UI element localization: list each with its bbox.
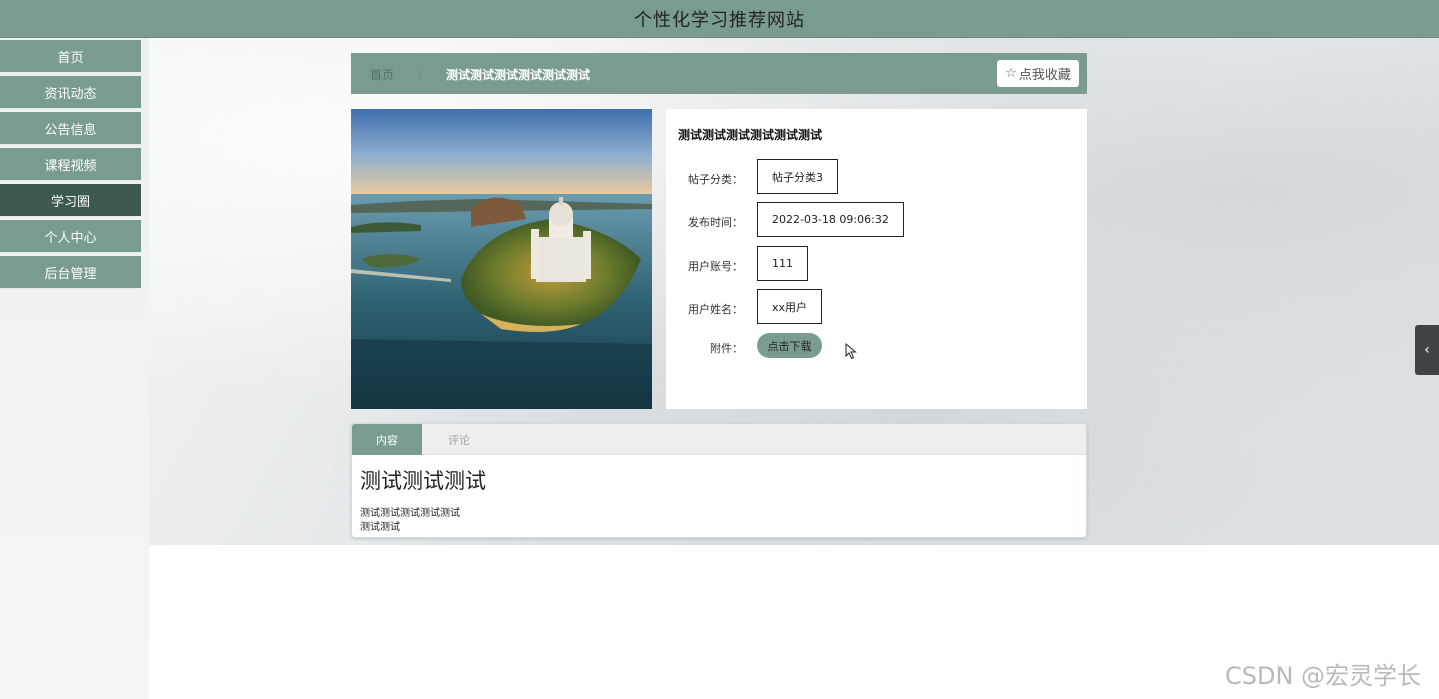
breadcrumb-current: 测试测试测试测试测试测试: [446, 68, 591, 82]
post-info-card: 测试测试测试测试测试测试 帖子分类： 帖子分类3 发布时间： 2022-03-1…: [666, 109, 1087, 409]
content-line: 测试测试测试测试测试: [360, 508, 460, 519]
mouse-pointer-icon: [845, 343, 857, 360]
post-cover-image: [351, 109, 652, 409]
publish-time-label: 发布时间：: [688, 216, 743, 229]
sidebar-item-course-videos[interactable]: 课程视频: [0, 148, 141, 181]
sidebar-item-admin[interactable]: 后台管理: [0, 256, 141, 289]
content-heading: 测试测试测试: [360, 469, 486, 493]
attachment-label: 附件：: [710, 342, 743, 355]
user-account-label: 用户账号：: [688, 260, 743, 273]
tab-content[interactable]: 内容: [352, 424, 422, 455]
publish-time-value: 2022-03-18 09:06:32: [757, 202, 904, 237]
tab-strip: 内容 评论: [352, 424, 1086, 455]
sidebar-item-home[interactable]: 首页: [0, 40, 141, 73]
side-panel-toggle[interactable]: ‹: [1415, 325, 1439, 375]
category-label: 帖子分类：: [688, 173, 743, 186]
tab-comments[interactable]: 评论: [424, 424, 494, 455]
sidebar-item-notices[interactable]: 公告信息: [0, 112, 141, 145]
content-line: 测试测试: [360, 522, 400, 533]
sidebar-item-study-circle[interactable]: 学习圈: [0, 184, 141, 217]
user-account-value: 111: [757, 246, 808, 281]
user-name-value: xx用户: [757, 289, 823, 324]
user-name-label: 用户姓名：: [688, 303, 743, 316]
breadcrumb: 首页 / 测试测试测试测试测试测试 ☆ 点我收藏: [351, 53, 1087, 94]
breadcrumb-separator: /: [419, 66, 424, 80]
star-outline-icon: ☆: [1005, 66, 1017, 81]
watermark: CSDN @宏灵学长: [1225, 662, 1422, 690]
sidebar: 首页 资讯动态 公告信息 课程视频 学习圈 个人中心 后台管理: [0, 38, 149, 699]
sidebar-item-personal-center[interactable]: 个人中心: [0, 220, 141, 253]
favorite-button[interactable]: ☆ 点我收藏: [997, 60, 1079, 87]
post-title: 测试测试测试测试测试测试: [678, 128, 823, 142]
favorite-button-label: 点我收藏: [1018, 68, 1071, 83]
site-header: 个性化学习推荐网站: [0, 0, 1439, 38]
sidebar-item-news[interactable]: 资讯动态: [0, 76, 141, 109]
download-button[interactable]: 点击下载: [757, 333, 822, 358]
chevron-left-icon: ‹: [1424, 342, 1430, 358]
category-value: 帖子分类3: [757, 159, 838, 194]
content-tabs-panel: 内容 评论 测试测试测试 测试测试测试测试测试 测试测试: [351, 423, 1087, 538]
site-title: 个性化学习推荐网站: [634, 9, 805, 31]
breadcrumb-home-link[interactable]: 首页: [370, 66, 394, 83]
